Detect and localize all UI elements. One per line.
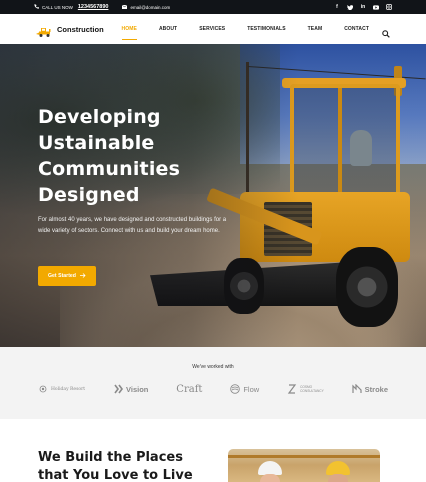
partner-vision: Vision (113, 384, 148, 394)
hero-title-line: Ustainable (38, 132, 155, 154)
hero-section: Developing Ustainable Communities Design… (0, 44, 426, 347)
flow-logo-icon (230, 384, 241, 394)
partners-section: We've worked with Holiday Resort Vision … (0, 347, 426, 419)
search-icon[interactable] (382, 25, 390, 38)
nav-services[interactable]: SERVICES (188, 14, 236, 44)
partner-name: Stroke (364, 384, 388, 394)
partner-craft: Craft (176, 384, 202, 395)
nav-menu: HOME ABOUT SERVICES TESTIMONIALS TEAM CO… (111, 14, 390, 44)
yellow-hardhat (326, 461, 350, 475)
facebook-icon[interactable]: f (334, 4, 340, 10)
nav-testimonials[interactable]: TESTIMONIALS (236, 14, 296, 44)
nav-contact[interactable]: CONTACT (333, 14, 380, 44)
nav-home[interactable]: HOME (111, 14, 148, 44)
nav-team[interactable]: TEAM (297, 14, 334, 44)
white-hardhat (258, 461, 282, 475)
workers-photo (228, 449, 380, 482)
sun-logo-icon (38, 384, 48, 394)
vision-logo-icon (113, 384, 123, 394)
email-contact[interactable]: email@domain.com (122, 4, 171, 10)
worker-face (260, 474, 280, 482)
hero-description: For almost 40 years, we have designed an… (38, 217, 227, 234)
top-bar: CALL US NOW 1234567890 email@domain.com … (0, 0, 426, 14)
partner-name: Holiday Resort (51, 386, 86, 392)
partner-name: Vision (126, 384, 149, 394)
cosmo-text: COSMO CONSULTANCY (300, 385, 324, 393)
youtube-icon[interactable] (373, 4, 379, 10)
arrow-right-icon (79, 272, 86, 280)
cosmo-logo-icon (287, 384, 297, 394)
partner-holiday-resort: Holiday Resort (38, 384, 85, 394)
email-text: email@domain.com (130, 4, 171, 10)
hero-title-line: Developing (38, 106, 161, 128)
hero-title-line: Designed (38, 184, 140, 206)
partner-flow: Flow (230, 384, 259, 394)
partner-subtitle: CONSULTANCY (300, 389, 324, 393)
partners-title: We've worked with (192, 364, 234, 370)
brand-name: Construction (57, 24, 104, 34)
partner-logos: Holiday Resort Vision Craft Flow COSMO C… (38, 381, 388, 397)
excavator-logo-icon (36, 24, 53, 37)
linkedin-icon[interactable]: in (360, 4, 366, 10)
stroke-logo-icon (352, 384, 362, 394)
partner-name: Craft (176, 383, 203, 395)
call-us: CALL US NOW 1234567890 (34, 4, 108, 10)
hero-title: Developing Ustainable Communities Design… (38, 104, 238, 208)
photo-beam (228, 455, 380, 458)
twitter-icon[interactable] (347, 4, 353, 10)
partner-name: Flow (243, 384, 260, 394)
nav-about[interactable]: ABOUT (148, 14, 188, 44)
get-started-button[interactable]: Get Started (38, 266, 96, 286)
partner-stroke: Stroke (352, 384, 388, 394)
hero-title-line: Communities (38, 158, 181, 180)
about-section-title: We Build the Places that You Love to Liv… (38, 450, 193, 482)
phone-icon (34, 4, 39, 10)
brand-logo[interactable]: Construction (36, 24, 104, 37)
phone-link[interactable]: 1234567890 (78, 4, 109, 10)
main-nav: Construction HOME ABOUT SERVICES TESTIMO… (0, 14, 426, 44)
call-label: CALL US NOW (42, 4, 73, 10)
social-links: f in (334, 4, 392, 10)
get-started-label: Get Started (48, 273, 76, 279)
worker-face (328, 474, 348, 482)
instagram-icon[interactable] (386, 4, 392, 10)
mail-icon (122, 4, 128, 10)
partner-cosmo: COSMO CONSULTANCY (287, 384, 324, 394)
